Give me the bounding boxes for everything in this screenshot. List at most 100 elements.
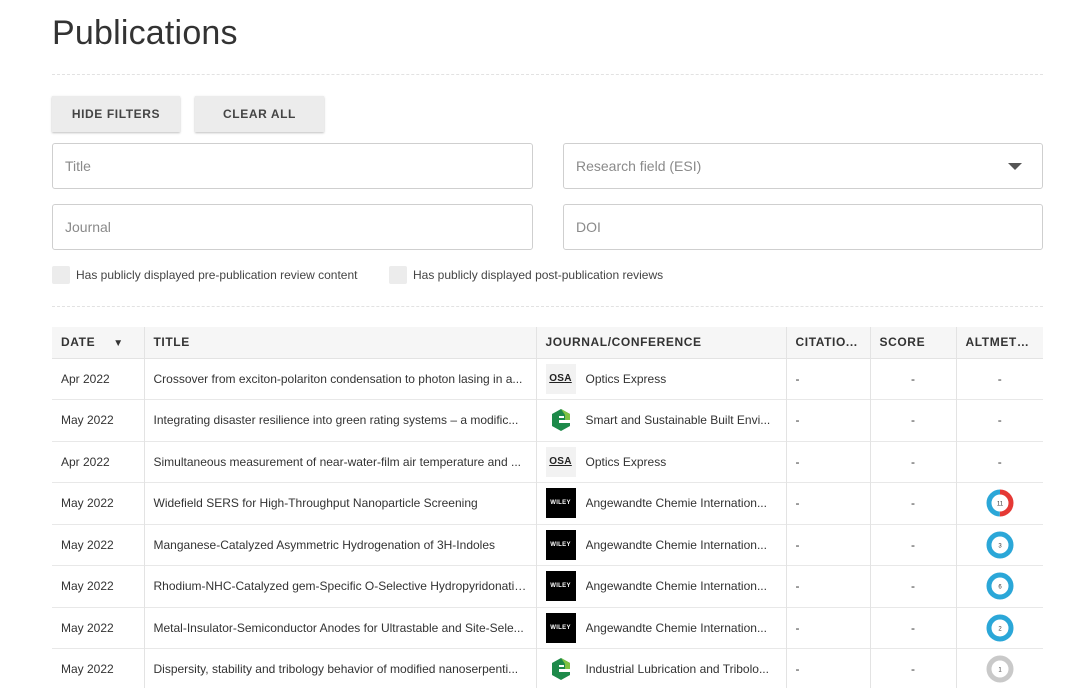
title-column-header[interactable]: TITLE: [143, 327, 536, 359]
altmetric-cell[interactable]: 11: [955, 482, 1043, 524]
osa-logo-icon: OSA: [545, 363, 576, 394]
citations-cell: -: [785, 607, 870, 649]
table-row[interactable]: Apr 2022 Simultaneous measurement of near…: [52, 441, 1043, 483]
table-row[interactable]: May 2022 Manganese-Catalyzed Asymmetric H…: [52, 524, 1043, 566]
journal-cell[interactable]: Smart and Sustainable Built Envi...: [545, 405, 777, 436]
date-cell: May 2022: [61, 662, 114, 677]
journal-cell[interactable]: WILEY Angewandte Chemie Internation...: [545, 488, 777, 519]
publication-title-link[interactable]: Simultaneous measurement of near-water-f…: [154, 455, 522, 469]
score-cell: -: [869, 482, 956, 524]
altmetric-score: 11: [997, 502, 1004, 508]
table-row[interactable]: Apr 2022 Crossover from exciton-polariton…: [52, 358, 1043, 400]
publication-title-link[interactable]: Integrating disaster resilience into gre…: [154, 413, 519, 427]
table-row[interactable]: May 2022 Widefield SERS for High-Throughp…: [52, 482, 1043, 524]
citations-cell: -: [785, 399, 870, 441]
citations-cell: -: [785, 482, 870, 524]
altmetric-cell[interactable]: 3: [955, 524, 1043, 566]
wiley-logo-icon: WILEY: [545, 488, 576, 519]
journal-name: Optics Express: [585, 454, 667, 469]
citations-cell: -: [785, 524, 870, 566]
score-cell: -: [869, 648, 956, 688]
journal-filter-input[interactable]: [52, 204, 533, 250]
score-cell: -: [869, 524, 956, 566]
journal-name: Angewandte Chemie Internation...: [585, 620, 767, 635]
journal-name: Angewandte Chemie Internation...: [585, 496, 767, 511]
score-column-header[interactable]: SCORE: [869, 327, 956, 359]
clear-all-button[interactable]: CLEAR ALL: [195, 96, 324, 132]
altmetric-donut-icon[interactable]: 6: [985, 571, 1015, 601]
publication-title-link[interactable]: Metal-Insulator-Semiconductor Anodes for…: [154, 621, 524, 635]
journal-cell[interactable]: OSA Optics Express: [545, 446, 777, 477]
date-cell: May 2022: [61, 496, 114, 511]
journal-cell[interactable]: WILEY Angewandte Chemie Internation...: [545, 612, 777, 643]
journal-column-header[interactable]: JOURNAL/CONFERENCE: [535, 327, 786, 359]
osa-logo-icon: OSA: [545, 446, 576, 477]
date-cell: May 2022: [61, 537, 114, 552]
pre-review-label: Has publicly displayed pre-publication r…: [76, 268, 358, 282]
title-filter-input[interactable]: [52, 143, 533, 189]
score-cell: -: [869, 441, 956, 483]
altmetric-cell[interactable]: -: [955, 399, 1043, 441]
table-row[interactable]: May 2022 Dispersity, stability and tribol…: [52, 648, 1043, 688]
altmetric-donut-icon[interactable]: 2: [985, 613, 1015, 643]
wiley-logo-icon: WILEY: [545, 571, 576, 602]
filters-divider: [52, 306, 1043, 307]
altmetric-cell[interactable]: -: [955, 358, 1043, 400]
emerald-logo-icon: [545, 405, 576, 436]
sort-desc-icon[interactable]: ▼: [113, 338, 124, 349]
emerald-logo-icon: [545, 654, 576, 685]
journal-name: Optics Express: [585, 371, 667, 386]
journal-cell[interactable]: OSA Optics Express: [545, 363, 777, 394]
date-cell: May 2022: [61, 620, 114, 635]
hide-filters-button[interactable]: HIDE FILTERS: [52, 96, 180, 132]
table-row[interactable]: May 2022 Rhodium-NHC-Catalyzed gem-Specif…: [52, 565, 1043, 607]
altmetric-cell[interactable]: 6: [955, 565, 1043, 607]
publication-title-link[interactable]: Manganese-Catalyzed Asymmetric Hydrogena…: [154, 538, 496, 552]
journal-name: Smart and Sustainable Built Envi...: [585, 413, 771, 428]
altmetric-cell[interactable]: -: [955, 441, 1043, 483]
altmetric-donut-icon[interactable]: 11: [985, 488, 1015, 518]
citations-column-header[interactable]: CITATIO...: [785, 327, 870, 359]
journal-cell[interactable]: WILEY Angewandte Chemie Internation...: [545, 571, 777, 602]
score-cell: -: [869, 607, 956, 649]
research-field-select[interactable]: Research field (ESI): [563, 143, 1043, 189]
citations-cell: -: [785, 358, 870, 400]
score-cell: -: [869, 565, 956, 607]
table-row[interactable]: May 2022 Metal-Insulator-Semiconductor An…: [52, 607, 1043, 649]
citations-cell: -: [785, 565, 870, 607]
doi-filter-input[interactable]: [563, 204, 1043, 250]
journal-name: Angewandte Chemie Internation...: [585, 579, 767, 594]
citations-cell: -: [785, 648, 870, 688]
post-review-label: Has publicly displayed post-publication …: [413, 268, 664, 282]
pre-review-checkbox[interactable]: [52, 266, 70, 284]
altmetric-cell[interactable]: 2: [955, 607, 1043, 649]
journal-cell[interactable]: Industrial Lubrication and Tribolo...: [545, 654, 777, 685]
score-cell: -: [869, 358, 956, 400]
altmetric-donut-icon[interactable]: 3: [985, 530, 1015, 560]
top-divider: [52, 74, 1043, 75]
research-field-placeholder: Research field (ESI): [576, 158, 702, 174]
altmetric-cell[interactable]: 1: [955, 648, 1043, 688]
page-title: Publications: [52, 14, 238, 52]
publications-table: DATE ▼ TITLE JOURNAL/CONFERENCE CITATIO..…: [52, 327, 1043, 688]
pre-review-filter[interactable]: Has publicly displayed pre-publication r…: [52, 266, 357, 284]
publication-title-link[interactable]: Rhodium-NHC-Catalyzed gem-Specific O-Sel…: [154, 579, 531, 593]
date-cell: May 2022: [61, 579, 114, 594]
dropdown-arrow-icon[interactable]: [1008, 162, 1022, 170]
date-column-header[interactable]: DATE ▼: [52, 327, 144, 359]
date-cell: May 2022: [61, 413, 114, 428]
table-row[interactable]: May 2022 Integrating disaster resilience …: [52, 399, 1043, 441]
publication-title-link[interactable]: Crossover from exciton-polariton condens…: [154, 372, 523, 386]
publication-title-link[interactable]: Dispersity, stability and tribology beha…: [154, 662, 519, 676]
post-review-filter[interactable]: Has publicly displayed post-publication …: [389, 266, 663, 284]
altmetric-column-header[interactable]: ALTMETRIC: [955, 327, 1043, 359]
citations-cell: -: [785, 441, 870, 483]
date-cell: Apr 2022: [61, 454, 110, 469]
table-header-row: DATE ▼ TITLE JOURNAL/CONFERENCE CITATIO..…: [52, 327, 1043, 359]
altmetric-donut-icon[interactable]: 1: [985, 654, 1015, 684]
date-cell: Apr 2022: [61, 371, 110, 386]
publication-title-link[interactable]: Widefield SERS for High-Throughput Nanop…: [154, 496, 478, 510]
journal-cell[interactable]: WILEY Angewandte Chemie Internation...: [545, 529, 777, 560]
journal-name: Industrial Lubrication and Tribolo...: [585, 662, 769, 677]
post-review-checkbox[interactable]: [389, 266, 407, 284]
